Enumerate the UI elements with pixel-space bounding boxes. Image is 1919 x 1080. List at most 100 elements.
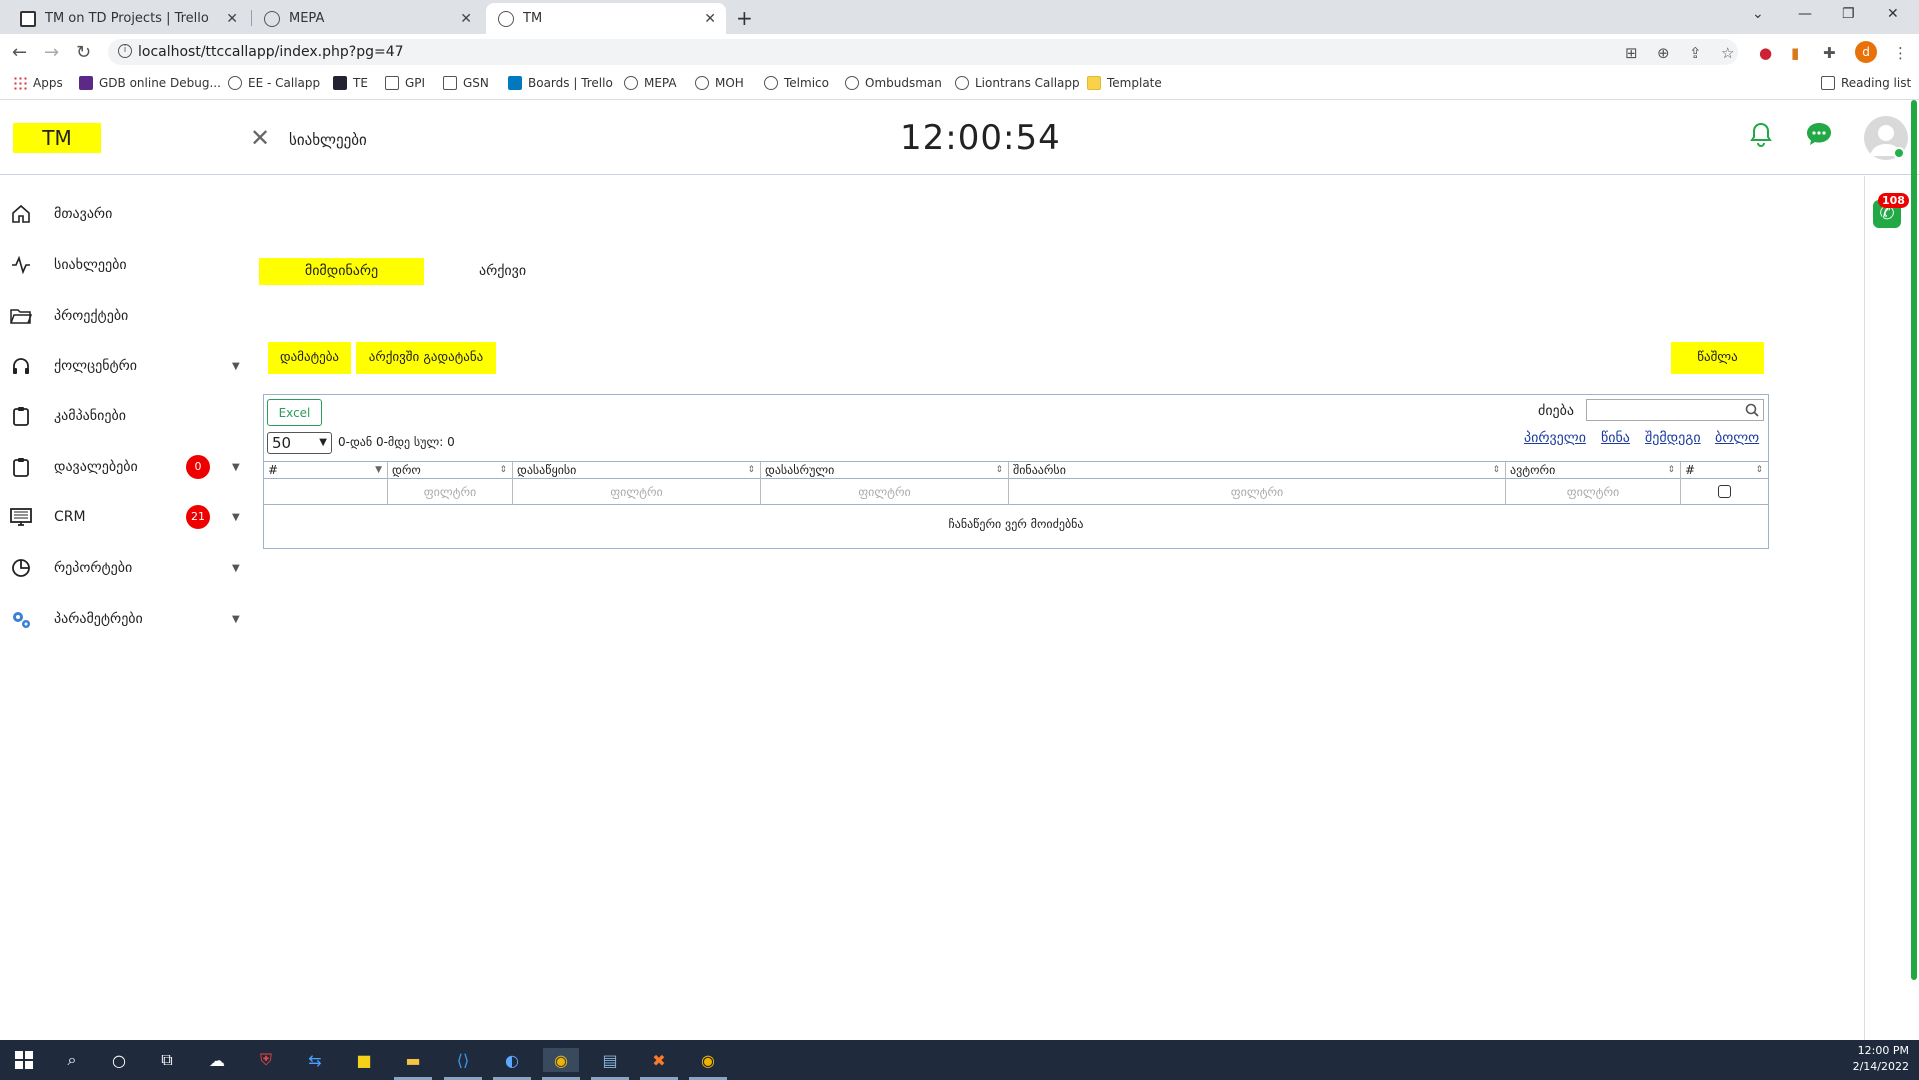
system-clock[interactable]: 12:00 PM 2/14/2022 — [1853, 1043, 1909, 1075]
sidebar-item-news[interactable]: სიახლეები — [10, 245, 240, 285]
filter-input[interactable]: ფილტრი — [388, 479, 513, 505]
bookmark-ee-callapp[interactable]: EE - Callapp — [228, 76, 320, 90]
extensions-puzzle-icon[interactable]: ✚ — [1823, 44, 1836, 62]
chat-icon[interactable] — [1805, 121, 1833, 151]
windows-start-icon[interactable] — [12, 1048, 36, 1072]
new-tab-button[interactable]: + — [736, 6, 753, 30]
reload-icon[interactable]: ↻ — [76, 42, 91, 63]
file-explorer-icon[interactable]: ▬ — [401, 1048, 425, 1072]
shield-app-icon[interactable]: ⛨ — [254, 1048, 278, 1072]
app-logo[interactable]: TM — [13, 123, 101, 153]
page-scrollbar[interactable] — [1911, 100, 1917, 980]
vscode-icon[interactable]: ⟨⟩ — [451, 1048, 475, 1072]
column-header[interactable]: დასასრული ⇕ — [761, 462, 1009, 479]
tab-search-icon[interactable]: ⌄ — [1752, 6, 1764, 22]
close-window-button[interactable]: ✕ — [1887, 6, 1899, 22]
filter-input[interactable]: ფილტრი — [1009, 479, 1506, 505]
tab-close-icon[interactable]: ✕ — [460, 11, 472, 27]
star-icon[interactable]: ☆ — [1721, 44, 1734, 62]
bookmark-gpi[interactable]: GPI — [385, 76, 425, 90]
browser-tab-tm[interactable]: TM ✕ — [486, 3, 726, 34]
minimize-button[interactable]: — — [1798, 6, 1812, 22]
cortana-icon[interactable]: ○ — [107, 1048, 131, 1072]
back-arrow-icon[interactable]: ← — [12, 42, 27, 63]
cloud-icon[interactable]: ☁ — [205, 1048, 229, 1072]
menu-dots-icon[interactable]: ⋮ — [1893, 44, 1908, 62]
add-button[interactable]: დამატება — [268, 342, 351, 374]
tab-close-icon[interactable]: ✕ — [704, 11, 716, 27]
column-header[interactable]: # ⇕ — [1681, 462, 1768, 479]
sidebar-item-tasks[interactable]: დავალებები 0 ▼ — [10, 447, 240, 487]
bookmark-gdb[interactable]: GDB online Debug... — [79, 76, 221, 90]
sidebar-item-settings[interactable]: პარამეტრები ▼ — [10, 599, 240, 639]
close-icon[interactable]: ✕ — [250, 124, 270, 152]
delete-button[interactable]: წაშლა — [1671, 342, 1764, 374]
bookmark-telmico[interactable]: Telmico — [764, 76, 829, 90]
restore-button[interactable]: ❐ — [1842, 6, 1855, 22]
filter-input[interactable]: ფილტრი — [1506, 479, 1681, 505]
chevron-down-icon[interactable]: ▼ — [232, 563, 240, 574]
filter-input[interactable]: ფილტრი — [761, 479, 1009, 505]
bookmark-gsn[interactable]: GSN — [443, 76, 489, 90]
chevron-down-icon[interactable]: ▼ — [232, 462, 240, 473]
share-icon[interactable]: ⇪ — [1689, 44, 1702, 62]
extension-brush-icon[interactable]: ▮ — [1791, 44, 1799, 62]
sidebar-item-home[interactable]: მთავარი — [10, 194, 240, 234]
sidebar-item-crm[interactable]: CRM 21 ▼ — [10, 497, 240, 537]
column-header[interactable]: დრო ⇕ — [388, 462, 513, 479]
teamviewer-icon[interactable]: ⇆ — [303, 1048, 327, 1072]
profile-avatar[interactable]: d — [1855, 41, 1877, 63]
chrome-icon[interactable]: ◉ — [543, 1048, 579, 1072]
sticky-notes-icon[interactable]: ■ — [352, 1048, 376, 1072]
bookmark-ombudsman[interactable]: Ombudsman — [845, 76, 942, 90]
bookmark-template[interactable]: Template — [1087, 76, 1162, 90]
edge-icon[interactable]: ◐ — [500, 1048, 524, 1072]
pager-first[interactable]: პირველი — [1524, 430, 1586, 446]
bookmark-trello[interactable]: Boards | Trello — [508, 76, 613, 90]
task-view-icon[interactable]: ⧉ — [155, 1048, 179, 1072]
notepad-icon[interactable]: ▤ — [598, 1048, 622, 1072]
search-input[interactable] — [1586, 399, 1764, 421]
chevron-down-icon[interactable]: ▼ — [232, 512, 240, 523]
bookmark-liontrans[interactable]: Liontrans Callapp — [955, 76, 1080, 90]
browser-tab-trello[interactable]: TM on TD Projects | Trello ✕ — [8, 3, 248, 34]
bookmark-apps[interactable]: Apps — [13, 76, 63, 90]
move-to-archive-button[interactable]: არქივში გადატანა — [356, 342, 496, 374]
browser-tab-mepa[interactable]: MEPA ✕ — [252, 3, 482, 34]
sidebar-item-projects[interactable]: პროექტები — [10, 296, 240, 336]
sidebar-item-label: დავალებები — [54, 459, 138, 475]
zoom-icon[interactable]: ⊕ — [1657, 44, 1670, 62]
url-input[interactable]: i localhost/ttccallapp/index.php?pg=47 — [108, 39, 1738, 65]
sidebar-item-campaigns[interactable]: კამპანიები — [10, 396, 240, 436]
extension-color-icon[interactable]: ● — [1759, 44, 1772, 62]
chevron-down-icon[interactable]: ▼ — [232, 614, 240, 625]
reading-list-button[interactable]: Reading list — [1821, 76, 1911, 90]
info-icon[interactable]: i — [118, 44, 132, 58]
column-header[interactable]: ავტორი ⇕ — [1506, 462, 1681, 479]
tab-current[interactable]: მიმდინარე — [259, 258, 424, 285]
filter-input[interactable]: ფილტრი — [513, 479, 761, 505]
chevron-down-icon[interactable]: ▼ — [232, 361, 240, 372]
sidebar-item-callcenter[interactable]: ქოლცენტრი ▼ — [10, 346, 240, 386]
bookmark-te[interactable]: TE — [333, 76, 368, 90]
translate-icon[interactable]: ⊞ — [1625, 44, 1638, 62]
excel-export-button[interactable]: Excel — [267, 399, 322, 426]
pager-prev[interactable]: წინა — [1601, 430, 1630, 446]
bookmark-mepa[interactable]: MEPA — [624, 76, 677, 90]
forward-arrow-icon[interactable]: → — [44, 42, 59, 63]
pager-last[interactable]: ბოლო — [1715, 430, 1759, 446]
tab-archive[interactable]: არქივი — [479, 258, 526, 285]
pager-next[interactable]: შემდეგი — [1645, 430, 1701, 446]
chrome-icon[interactable]: ◉ — [696, 1048, 720, 1072]
search-icon[interactable]: ⌕ — [60, 1048, 84, 1072]
column-header[interactable]: შინაარსი ⇕ — [1009, 462, 1506, 479]
bookmark-moh[interactable]: MOH — [695, 76, 744, 90]
sidebar-item-reports[interactable]: რეპორტები ▼ — [10, 548, 240, 588]
xampp-icon[interactable]: ✖ — [647, 1048, 671, 1072]
select-all-checkbox[interactable] — [1718, 485, 1731, 498]
column-header[interactable]: დასაწყისი ⇕ — [513, 462, 761, 479]
tab-close-icon[interactable]: ✕ — [226, 11, 238, 27]
column-header[interactable]: # ▼ — [264, 462, 388, 479]
page-size-select[interactable]: 50 ▼ — [267, 432, 332, 454]
bell-icon[interactable] — [1749, 122, 1773, 152]
